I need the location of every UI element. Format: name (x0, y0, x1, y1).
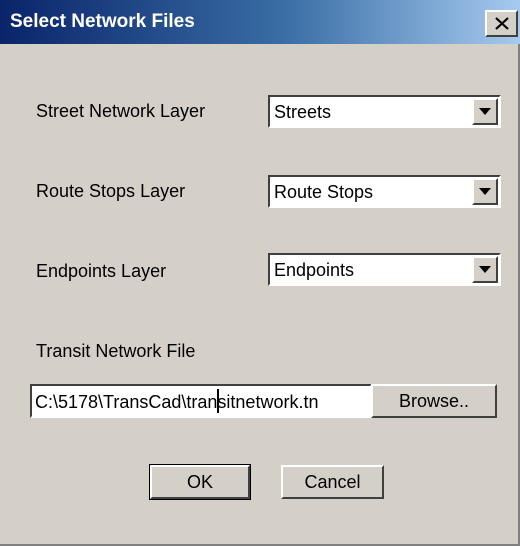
title-bar[interactable]: Select Network Files (0, 0, 520, 44)
transit-network-file-value: C:\5178\TransCad\transitnetwork.tn (35, 392, 319, 412)
chevron-down-icon (479, 108, 491, 115)
street-network-layer-select[interactable]: Streets (268, 95, 501, 128)
endpoints-dropdown-button[interactable] (472, 256, 498, 283)
street-network-layer-label: Street Network Layer (36, 101, 206, 121)
transit-network-file-label: Transit Network File (36, 341, 196, 361)
close-button[interactable] (485, 10, 518, 37)
route-stops-layer-select[interactable]: Route Stops (268, 175, 501, 208)
chevron-down-icon (479, 188, 491, 195)
browse-button[interactable]: Browse.. (371, 384, 497, 418)
route-stops-layer-value: Route Stops (274, 182, 374, 202)
chevron-down-icon (479, 266, 491, 273)
street-network-layer-value: Streets (274, 102, 332, 122)
select-network-files-dialog: Select Network Files Street Network Laye… (0, 0, 520, 546)
ok-button[interactable]: OK (149, 464, 251, 500)
route-stops-dropdown-button[interactable] (472, 178, 498, 205)
route-stops-layer-label: Route Stops Layer (36, 181, 186, 201)
street-network-dropdown-button[interactable] (472, 98, 498, 125)
endpoints-layer-value: Endpoints (274, 260, 355, 280)
close-icon (494, 17, 509, 30)
dialog-title: Select Network Files (10, 11, 195, 32)
text-caret (217, 389, 219, 413)
endpoints-layer-label: Endpoints Layer (36, 261, 167, 281)
cancel-button[interactable]: Cancel (281, 465, 384, 499)
endpoints-layer-select[interactable]: Endpoints (268, 253, 501, 286)
transit-network-file-input[interactable]: C:\5178\TransCad\transitnetwork.tn (30, 384, 372, 418)
